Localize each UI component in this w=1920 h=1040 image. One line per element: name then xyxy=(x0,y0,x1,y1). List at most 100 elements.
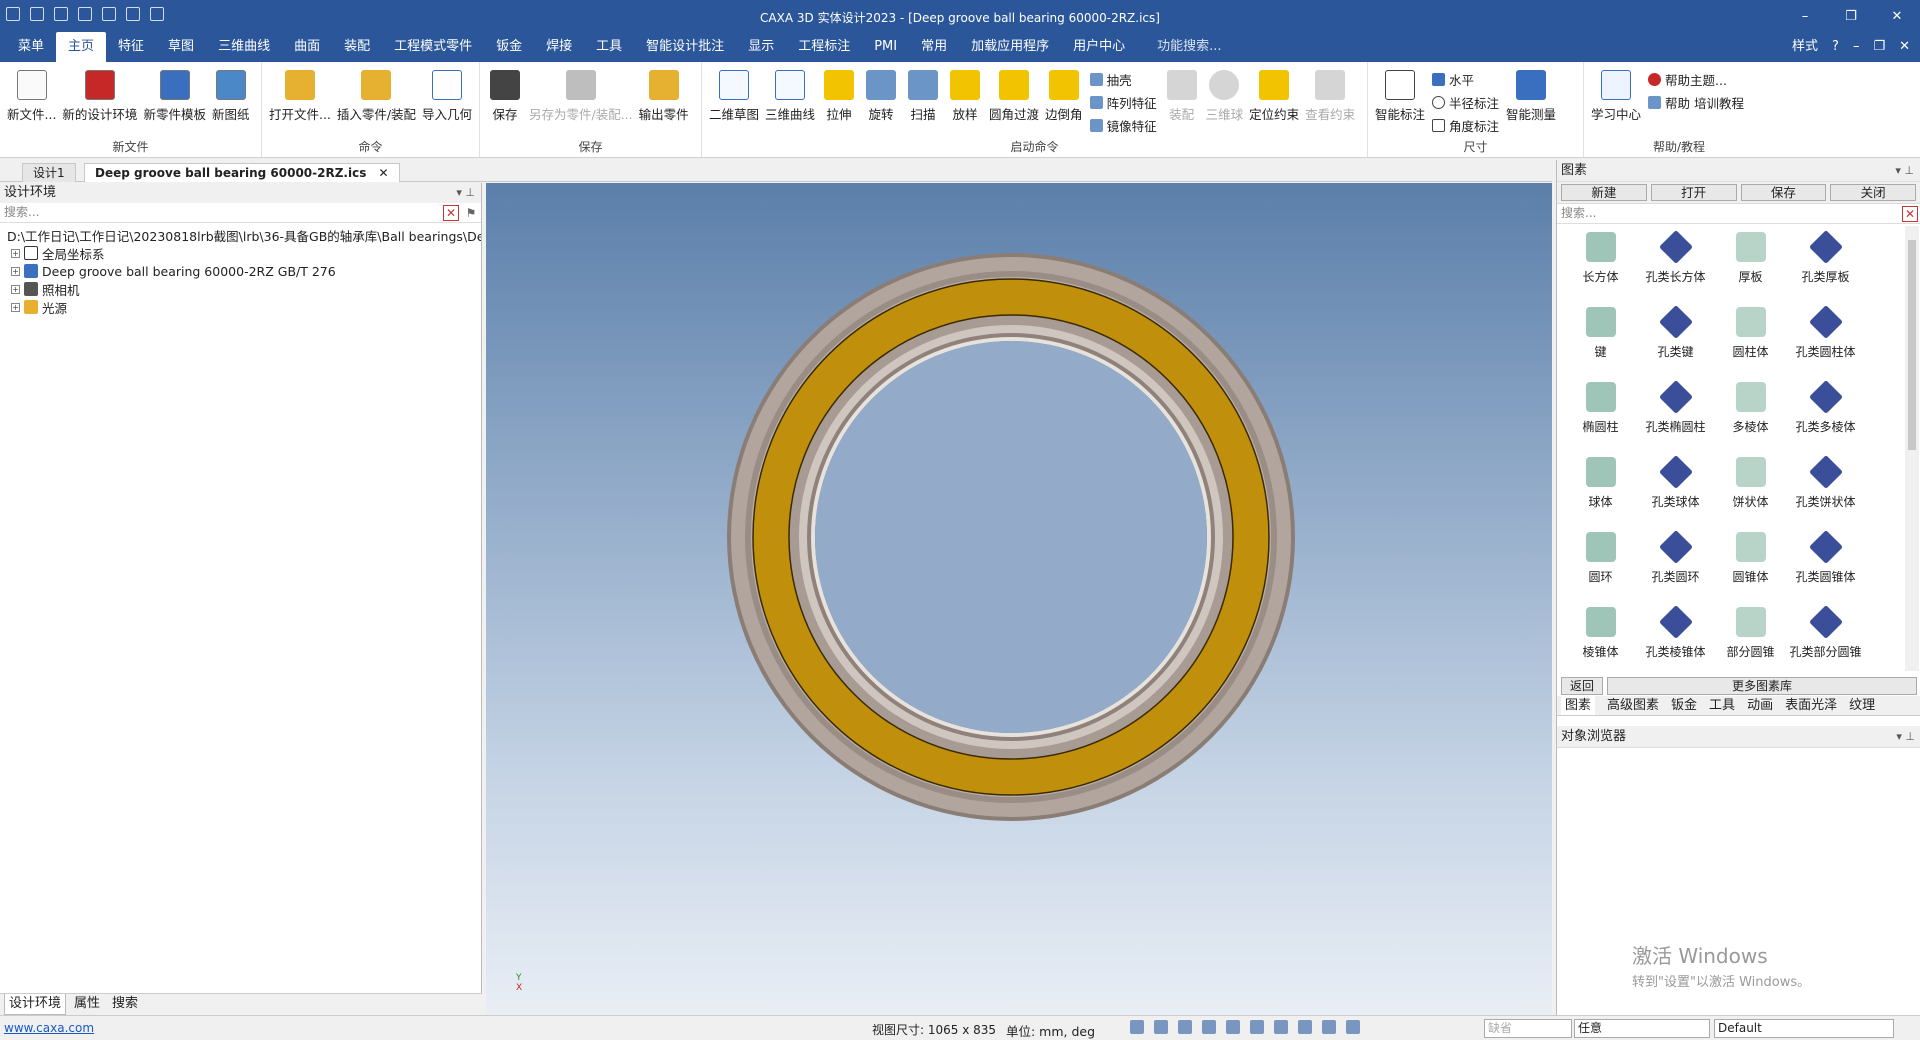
shape-item[interactable]: 孔类圆锥体 xyxy=(1788,526,1863,601)
menu-tab[interactable]: 智能设计批注 xyxy=(634,32,736,62)
menu-tab[interactable]: 菜单 xyxy=(6,32,56,62)
radius-dim-button[interactable]: 半径标注 xyxy=(1432,93,1499,112)
pin-icon[interactable]: ▾ ⊥ xyxy=(456,183,475,203)
open-catalog-button[interactable]: 打开 xyxy=(1650,184,1737,201)
shape-item[interactable]: 球体 xyxy=(1563,451,1638,526)
menu-tab[interactable]: 工程模式零件 xyxy=(382,32,484,62)
pick-mode-select[interactable]: 任意 xyxy=(1574,1019,1710,1038)
shape-item[interactable]: 孔类厚板 xyxy=(1788,226,1863,301)
mirror-button[interactable]: 镜像特征 xyxy=(1089,116,1157,135)
menu-tab[interactable]: 工具 xyxy=(584,32,634,62)
filter-icon[interactable]: ⚑ xyxy=(463,205,479,221)
catalog-tab[interactable]: 高级图素 xyxy=(1607,696,1659,715)
shape-item[interactable]: 部分圆锥 xyxy=(1713,601,1788,671)
zoom-icon[interactable] xyxy=(1130,1020,1144,1034)
back-button[interactable]: 返回 xyxy=(1561,677,1604,695)
catalog-tab[interactable]: 钣金 xyxy=(1671,696,1697,715)
pattern-button[interactable]: 阵列特征 xyxy=(1089,93,1157,112)
bearing-model[interactable] xyxy=(486,183,1552,1015)
render-mode-icon[interactable] xyxy=(1202,1020,1216,1034)
style-menu[interactable]: 样式 xyxy=(1792,32,1818,62)
shape-item[interactable]: 多棱体 xyxy=(1713,376,1788,451)
box-icon[interactable] xyxy=(1298,1020,1312,1034)
catalog-tab[interactable]: 图素 xyxy=(1561,696,1596,715)
close-tab-icon[interactable]: ✕ xyxy=(379,166,389,180)
tree-item-bearing[interactable]: + Deep groove ball bearing 60000-2RZ GB/T… xyxy=(3,262,481,280)
pick-icon[interactable] xyxy=(1346,1020,1360,1034)
horizontal-dim-button[interactable]: 水平 xyxy=(1432,70,1499,89)
pin-icon[interactable]: ▾ ⊥ xyxy=(1896,726,1915,748)
3d-viewport[interactable]: YX xyxy=(486,183,1552,1015)
scroll-thumb[interactable] xyxy=(1908,240,1916,450)
shape-item[interactable]: 孔类饼状体 xyxy=(1788,451,1863,526)
menu-tab[interactable]: 主页 xyxy=(56,32,107,62)
close-catalog-button[interactable]: 关闭 xyxy=(1830,184,1916,201)
tab-design-env[interactable]: 设计环境 xyxy=(4,994,67,1015)
shape-item[interactable]: 圆环 xyxy=(1563,526,1638,601)
help-topics-button[interactable]: 帮助主题... xyxy=(1648,70,1744,89)
unit-readout[interactable]: 单位: mm, deg xyxy=(1006,1021,1095,1040)
tab-design1[interactable]: 设计1 xyxy=(22,163,76,182)
menu-tab[interactable]: PMI xyxy=(862,32,909,62)
expand-icon[interactable]: + xyxy=(11,248,20,258)
shape-item[interactable]: 孔类长方体 xyxy=(1638,226,1713,301)
website-link[interactable]: www.caxa.com xyxy=(4,1021,94,1035)
expand-icon[interactable]: + xyxy=(11,302,20,312)
tab-search[interactable]: 搜索 xyxy=(108,994,142,1015)
shape-item[interactable]: 孔类圆环 xyxy=(1638,526,1713,601)
expand-icon[interactable]: + xyxy=(11,266,20,276)
catalog-tab[interactable]: 工具 xyxy=(1709,696,1735,715)
menu-tab[interactable]: 工程标注 xyxy=(786,32,862,62)
menu-tab[interactable]: 常用 xyxy=(909,32,959,62)
tree-item-camera[interactable]: + 照相机 xyxy=(3,280,481,298)
feature-search-input[interactable]: 功能搜索... xyxy=(1157,32,1221,62)
shape-item[interactable]: 棱锥体 xyxy=(1563,601,1638,671)
tree-root[interactable]: D:\工作日记\工作日记\20230818lrb截图\lrb\36-具备GB的轴… xyxy=(3,226,481,244)
style-select[interactable]: Default xyxy=(1714,1019,1894,1038)
shape-item[interactable]: 长方体 xyxy=(1563,226,1638,301)
shape-item[interactable]: 孔类棱锥体 xyxy=(1638,601,1713,671)
menu-tab[interactable]: 钣金 xyxy=(484,32,534,62)
restore-button[interactable]: ❐ xyxy=(1828,0,1874,32)
ribbon-close-icon[interactable]: ✕ xyxy=(1899,32,1910,62)
shape-item[interactable]: 孔类椭圆柱 xyxy=(1638,376,1713,451)
menu-tab[interactable]: 显示 xyxy=(736,32,786,62)
tree-item-global-coords[interactable]: + 全局坐标系 xyxy=(3,244,481,262)
tree-search-input[interactable]: 搜索... xyxy=(4,205,39,219)
expand-icon[interactable]: + xyxy=(11,284,20,294)
shape-item[interactable]: 孔类圆柱体 xyxy=(1788,301,1863,376)
light-icon[interactable] xyxy=(1274,1020,1288,1034)
new-catalog-button[interactable]: 新建 xyxy=(1561,184,1647,201)
view-orient-icon[interactable] xyxy=(1178,1020,1192,1034)
display-icon[interactable] xyxy=(1250,1020,1264,1034)
shade-icon[interactable] xyxy=(1322,1020,1336,1034)
training-tutorial-button[interactable]: 帮助 培训教程 xyxy=(1648,93,1744,112)
help-icon[interactable]: ? xyxy=(1832,32,1839,62)
menu-tab[interactable]: 曲面 xyxy=(282,32,332,62)
zoom-fit-icon[interactable] xyxy=(1154,1020,1168,1034)
shape-item[interactable]: 孔类球体 xyxy=(1638,451,1713,526)
angle-dim-button[interactable]: 角度标注 xyxy=(1432,116,1499,135)
catalog-tab[interactable]: 动画 xyxy=(1747,696,1773,715)
tree-item-light[interactable]: + 光源 xyxy=(3,298,481,316)
save-catalog-button[interactable]: 保存 xyxy=(1740,184,1827,201)
pin-icon[interactable]: ▾ ⊥ xyxy=(1895,160,1914,182)
shell-button[interactable]: 抽壳 xyxy=(1089,70,1157,89)
shape-item[interactable]: 椭圆柱 xyxy=(1563,376,1638,451)
close-button[interactable]: ✕ xyxy=(1874,0,1920,32)
menu-tab[interactable]: 焊接 xyxy=(534,32,584,62)
ribbon-restore-icon[interactable]: ❐ xyxy=(1873,32,1885,62)
catalog-tab[interactable]: 表面光泽 xyxy=(1785,696,1837,715)
menu-tab[interactable]: 装配 xyxy=(332,32,382,62)
more-libraries-button[interactable]: 更多图素库 xyxy=(1607,677,1917,695)
shape-item[interactable]: 孔类键 xyxy=(1638,301,1713,376)
menu-tab[interactable]: 特征 xyxy=(106,32,156,62)
tab-properties[interactable]: 属性 xyxy=(70,994,104,1015)
section-icon[interactable] xyxy=(1226,1020,1240,1034)
shape-item[interactable]: 孔类部分圆锥 xyxy=(1788,601,1863,671)
shape-item[interactable]: 孔类多棱体 xyxy=(1788,376,1863,451)
shape-item[interactable]: 圆柱体 xyxy=(1713,301,1788,376)
shape-item[interactable]: 厚板 xyxy=(1713,226,1788,301)
vertical-scrollbar[interactable] xyxy=(1905,226,1919,671)
filter-select[interactable]: 缺省 xyxy=(1484,1019,1572,1038)
